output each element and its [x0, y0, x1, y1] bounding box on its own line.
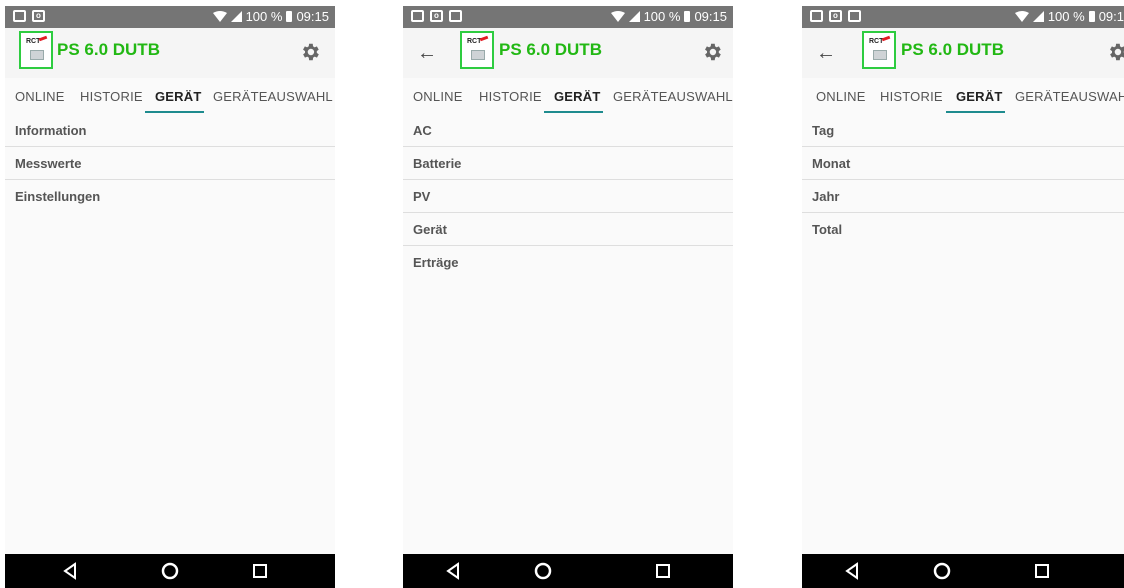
list-item-monat[interactable]: Monat	[802, 147, 1124, 180]
list-item-ac[interactable]: AC	[403, 114, 733, 147]
tab-geraeteauswahl[interactable]: GERÄTEAUSWAHL	[613, 89, 733, 104]
wifi-icon	[1014, 11, 1029, 22]
tab-bar: ONLINE HISTORIE GERÄT GERÄTEAUSWAHL	[802, 78, 1124, 114]
tab-geraet[interactable]: GERÄT	[554, 89, 601, 104]
active-tab-indicator	[946, 111, 1005, 113]
tab-geraet[interactable]: GERÄT	[956, 89, 1003, 104]
notification-icon: o	[829, 10, 842, 22]
battery-icon	[1088, 11, 1095, 22]
gear-icon[interactable]	[299, 41, 321, 63]
nav-home-icon[interactable]	[533, 561, 553, 581]
list-item-messwerte[interactable]: Messwerte	[5, 147, 335, 180]
status-bar: o 100 % 09:1	[802, 6, 1124, 28]
clock: 09:1	[1098, 9, 1124, 24]
app-bar: ← RCT PS 6.0 DUTB	[802, 28, 1124, 78]
back-arrow-icon[interactable]: ←	[415, 41, 439, 65]
screen-device-menu: o 100 % 09:15 RCT PS 6.0 DUTB ONLINE HIS…	[5, 6, 335, 588]
battery-percent: 100 %	[643, 9, 681, 24]
image-icon	[411, 10, 424, 22]
image-icon	[13, 10, 26, 22]
nav-bar	[403, 554, 733, 588]
wifi-icon	[212, 11, 227, 22]
nav-home-icon[interactable]	[932, 561, 952, 581]
gear-icon[interactable]	[701, 41, 723, 63]
list-item-batterie[interactable]: Batterie	[403, 147, 733, 180]
clock: 09:15	[296, 9, 329, 24]
battery-icon	[286, 11, 293, 22]
tab-online[interactable]: ONLINE	[15, 89, 65, 104]
gear-icon[interactable]	[1106, 41, 1124, 63]
nav-recents-icon[interactable]	[1032, 561, 1052, 581]
status-bar: o 100 % 09:15	[403, 6, 733, 28]
nav-recents-icon[interactable]	[653, 561, 673, 581]
app-bar: ← RCT PS 6.0 DUTB	[403, 28, 733, 78]
screen-ertraege-submenu: o 100 % 09:1 ← RCT PS 6.0 DUTB ONLINE HI…	[802, 6, 1124, 588]
nav-bar	[5, 554, 335, 588]
tab-geraet[interactable]: GERÄT	[155, 89, 202, 104]
list-item-ertraege[interactable]: Erträge	[403, 246, 733, 279]
tab-online[interactable]: ONLINE	[413, 89, 463, 104]
nav-back-icon[interactable]	[842, 561, 862, 581]
active-tab-indicator	[145, 111, 204, 113]
list-item-jahr[interactable]: Jahr	[802, 180, 1124, 213]
app-title: PS 6.0 DUTB	[57, 40, 160, 59]
tab-geraeteauswahl[interactable]: GERÄTEAUSWAHL	[213, 89, 333, 104]
tab-online[interactable]: ONLINE	[816, 89, 866, 104]
app-logo[interactable]: RCT	[862, 31, 896, 69]
tab-bar: ONLINE HISTORIE GERÄT GERÄTEAUSWAHL	[403, 78, 733, 114]
nav-home-icon[interactable]	[160, 561, 180, 581]
menu-list: Information Messwerte Einstellungen	[5, 114, 335, 213]
tab-geraeteauswahl[interactable]: GERÄTEAUSWAHL	[1015, 89, 1124, 104]
tab-historie[interactable]: HISTORIE	[880, 89, 943, 104]
screen-geraet-submenu: o 100 % 09:15 ← RCT PS 6.0 DUTB ONLINE H…	[403, 6, 733, 588]
clock: 09:15	[694, 9, 727, 24]
tab-historie[interactable]: HISTORIE	[80, 89, 143, 104]
signal-icon	[230, 11, 242, 22]
image-icon	[449, 10, 462, 22]
app-logo[interactable]: RCT	[19, 31, 53, 69]
app-bar: RCT PS 6.0 DUTB	[5, 28, 335, 78]
tab-bar: ONLINE HISTORIE GERÄT GERÄTEAUSWAHL	[5, 78, 335, 114]
signal-icon	[628, 11, 640, 22]
wifi-icon	[610, 11, 625, 22]
list-item-einstellungen[interactable]: Einstellungen	[5, 180, 335, 213]
nav-back-icon[interactable]	[443, 561, 463, 581]
nav-bar	[802, 554, 1124, 588]
list-item-total[interactable]: Total	[802, 213, 1124, 246]
list-item-information[interactable]: Information	[5, 114, 335, 147]
back-arrow-icon[interactable]: ←	[814, 41, 838, 65]
active-tab-indicator	[544, 111, 603, 113]
image-icon	[848, 10, 861, 22]
app-title: PS 6.0 DUTB	[901, 40, 1004, 59]
menu-list: Tag Monat Jahr Total	[802, 114, 1124, 246]
list-item-pv[interactable]: PV	[403, 180, 733, 213]
nav-recents-icon[interactable]	[250, 561, 270, 581]
app-logo[interactable]: RCT	[460, 31, 494, 69]
app-title: PS 6.0 DUTB	[499, 40, 602, 59]
nav-back-icon[interactable]	[60, 561, 80, 581]
menu-list: AC Batterie PV Gerät Erträge	[403, 114, 733, 279]
status-bar: o 100 % 09:15	[5, 6, 335, 28]
image-icon	[810, 10, 823, 22]
battery-percent: 100 %	[1047, 9, 1085, 24]
battery-icon	[684, 11, 691, 22]
tab-historie[interactable]: HISTORIE	[479, 89, 542, 104]
battery-percent: 100 %	[245, 9, 283, 24]
notification-icon: o	[32, 10, 45, 22]
list-item-tag[interactable]: Tag	[802, 114, 1124, 147]
signal-icon	[1032, 11, 1044, 22]
list-item-geraet[interactable]: Gerät	[403, 213, 733, 246]
notification-icon: o	[430, 10, 443, 22]
